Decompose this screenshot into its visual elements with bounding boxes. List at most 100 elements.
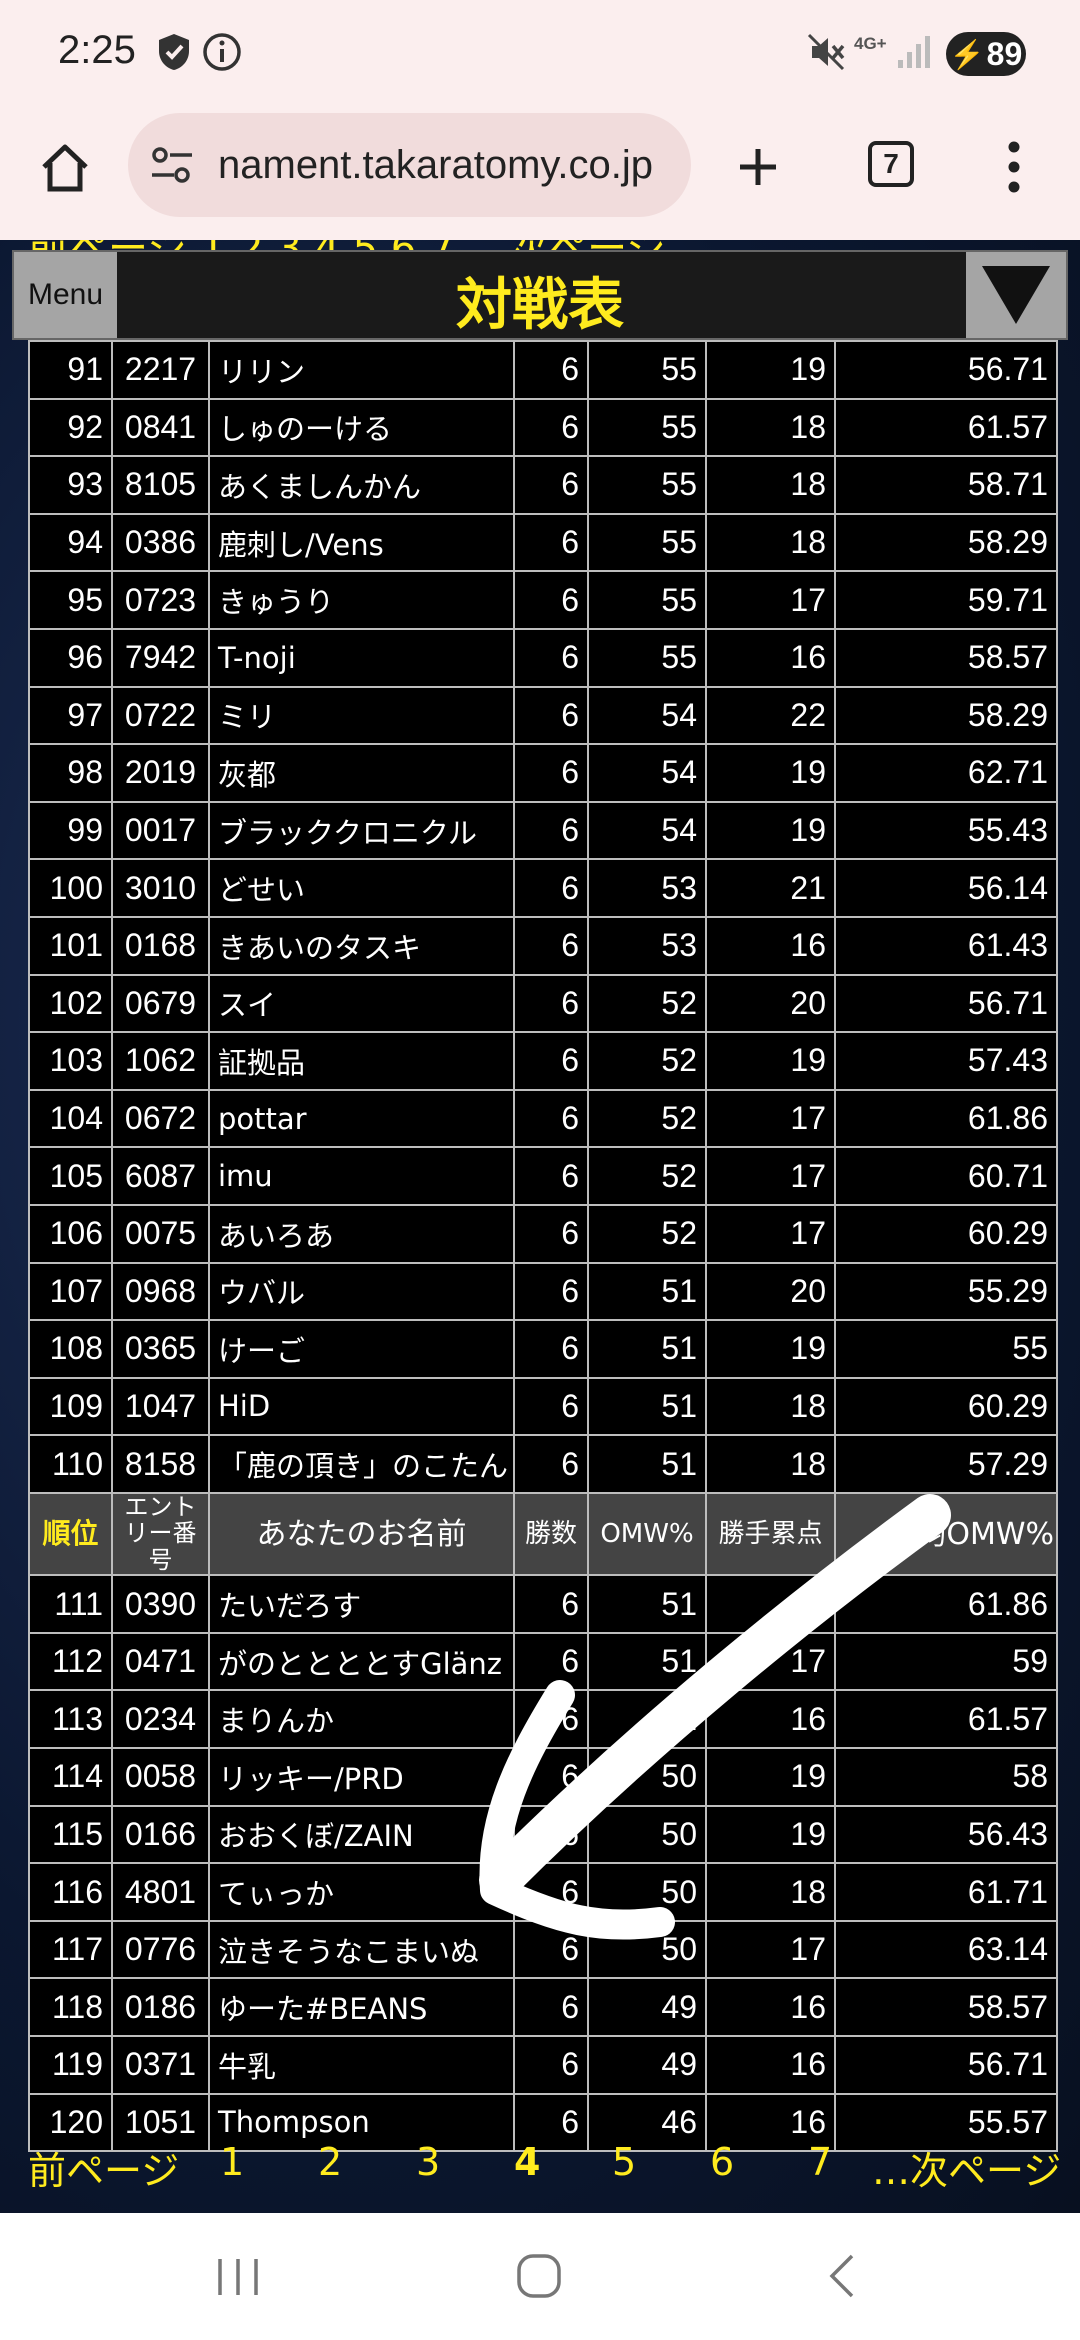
status-time: 2:25 [58,28,136,72]
more-options-icon[interactable] [1006,141,1022,197]
cell-rank: 103 [28,1031,113,1091]
cell-name: どせい [208,858,515,918]
dropdown-button[interactable] [966,252,1066,338]
cell-wins: 6 [513,685,589,746]
pager-page-3[interactable]: 3 [416,2140,440,2184]
network-label: 4G+ [854,34,887,53]
home-icon[interactable] [38,141,92,199]
cell-entry: 0968 [111,1261,210,1322]
cell-avg: 63.14 [834,1919,1058,1980]
cell-entry: 7942 [111,627,210,688]
bolt-icon: ⚡ [949,38,985,70]
cell-omw: 55 [587,340,707,400]
url-bar[interactable]: nament.takaratomy.co.jp [128,113,691,217]
cell-name: あくましんかん [208,455,515,515]
back-icon[interactable] [826,2253,856,2303]
cell-omw: 55 [587,397,707,458]
battery-level: 89 [986,35,1023,72]
cell-rank: 91 [28,340,113,400]
cell-points: 18 [705,1862,836,1922]
table-row: 115 0166 おおくぼ/ZAIN 6 50 19 56.43 [28,1804,1058,1865]
ranking-table: 91 2217 リリン 6 55 19 56.71 92 0841 しゅのーける 6 55 18 61.5… [28,340,1058,2153]
cell-points: 16 [705,915,836,976]
cell-avg: 58.71 [834,455,1058,515]
cell-entry: 0186 [111,1977,210,2037]
table-row: 117 0776 泣きそうなこまいぬ 6 50 17 63.14 [28,1919,1058,1980]
cell-points: 16 [705,627,836,688]
triangle-down-icon [982,266,1050,324]
cell-entry: 1062 [111,1031,210,1091]
cell-rank: 92 [28,397,113,458]
cell-points: 18 [705,397,836,458]
cell-points: 21 [705,858,836,918]
cell-rank: 101 [28,915,113,976]
url-text: nament.takaratomy.co.jp [218,143,654,187]
cell-rank: 113 [28,1689,113,1750]
cell-wins: 6 [513,2035,589,2095]
cell-avg: 58.29 [834,512,1058,573]
cell-rank: 109 [28,1376,113,1437]
pager-next-link[interactable]: …次ページ [872,2140,1061,2195]
cell-entry: 0390 [111,1574,210,1634]
cell-wins: 6 [513,1146,589,1206]
cell-omw: 53 [587,915,707,976]
cell-wins: 6 [513,1574,589,1634]
pager-page-5[interactable]: 5 [612,2140,636,2184]
cell-name: ブラッククロニクル [208,800,515,861]
cell-avg: 56.71 [834,340,1058,400]
cell-points: 22 [705,685,836,746]
cell-avg: 60.29 [834,1203,1058,1264]
cell-omw: 51 [587,1261,707,1322]
cell-omw: 51 [587,1631,707,1692]
table-row: 98 2019 灰都 6 54 19 62.71 [28,743,1058,803]
tab-switcher-button[interactable]: 7 [868,141,914,187]
cell-wins: 6 [513,570,589,630]
new-tab-icon[interactable] [736,145,780,193]
site-settings-icon[interactable] [150,145,194,189]
page-title: 対戦表 [456,273,624,338]
cell-rank: 117 [28,1919,113,1980]
pager-page-1[interactable]: 1 [220,2140,244,2184]
cell-omw: 55 [587,627,707,688]
cell-wins: 6 [513,627,589,688]
cell-omw: 53 [587,858,707,918]
cell-omw: 51 [587,1574,707,1634]
cell-avg: 61.71 [834,1862,1058,1922]
cell-rank: 95 [28,570,113,630]
cell-points: 16 [705,1977,836,2037]
table-header-row: 順位 エントリー番号 あなたのお名前 勝数 OMW% 勝手累点 平均OMW% [28,1491,1058,1577]
cell-wins: 6 [513,743,589,803]
cell-avg: 55 [834,1319,1058,1379]
cell-name: たいだろす [208,1574,515,1634]
cell-name: 牛乳 [208,2035,515,2095]
cell-name: ゆーた#BEANS [208,1977,515,2037]
table-row: 99 0017 ブラッククロニクル 6 54 19 55.43 [28,800,1058,861]
system-nav-bar [0,2213,1080,2340]
cell-omw: 52 [587,1088,707,1149]
cell-omw: 52 [587,1146,707,1206]
cell-name: まりんか [208,1689,515,1750]
pager-page-2[interactable]: 2 [318,2140,342,2184]
cell-points: 17 [705,1574,836,1634]
cell-avg: 57.29 [834,1434,1058,1494]
signal-icon [896,32,932,76]
cell-entry: 0776 [111,1919,210,1980]
cell-entry: 3010 [111,858,210,918]
cell-omw: 50 [587,1919,707,1980]
pager-page-6[interactable]: 6 [710,2140,734,2184]
cell-wins: 6 [513,1804,589,1865]
header-entry: エントリー番号 [111,1491,210,1577]
pager-page-7[interactable]: 7 [808,2140,832,2184]
pager-prev-link[interactable]: 前ページ [28,2140,179,2195]
cell-wins: 6 [513,1319,589,1379]
cell-entry: 0166 [111,1804,210,1865]
cell-entry: 0017 [111,800,210,861]
cell-omw: 55 [587,570,707,630]
recents-icon[interactable] [216,2257,260,2301]
cell-avg: 60.71 [834,1146,1058,1206]
home-nav-icon[interactable] [516,2253,562,2303]
header-name: あなたのお名前 [208,1491,515,1577]
cell-name: リリン [208,340,515,400]
cell-entry: 4801 [111,1862,210,1922]
cell-wins: 6 [513,1747,589,1807]
